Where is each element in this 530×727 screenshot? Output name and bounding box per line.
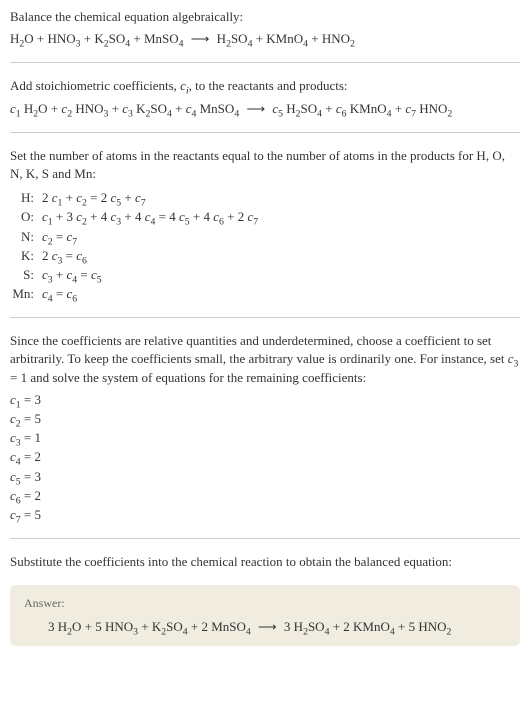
coefficient-row: c7 = 5 [10,506,520,524]
atom-row: H: 2 c1 + c2 = 2 c5 + c7 [12,189,520,207]
atoms-section: Set the number of atoms in the reactants… [10,147,520,304]
atom-row: N: c2 = c7 [12,228,520,246]
divider [10,62,520,63]
solve-text: Since the coefficients are relative quan… [10,332,520,387]
coefficient-row: c5 = 3 [10,468,520,486]
atom-label: Mn: [12,285,42,303]
substitute-text: Substitute the coefficients into the che… [10,553,520,571]
atom-table: H: 2 c1 + c2 = 2 c5 + c7 O: c1 + 3 c2 + … [12,189,520,303]
atom-row: O: c1 + 3 c2 + 4 c3 + 4 c4 = 4 c5 + 4 c6… [12,208,520,226]
answer-equation: 3 H2O + 5 HNO3 + K2SO4 + 2 MnSO4 ⟶ 3 H2S… [24,618,506,636]
atom-row: Mn: c4 = c6 [12,285,520,303]
atoms-text: Set the number of atoms in the reactants… [10,147,520,183]
atom-label: N: [12,228,42,246]
coefficient-row: c2 = 5 [10,410,520,428]
stoich-text: Add stoichiometric coefficients, ci, to … [10,77,520,95]
atom-label: K: [12,247,42,265]
atom-label: O: [12,208,42,226]
atom-row: K: 2 c3 = c6 [12,247,520,265]
atom-row: S: c3 + c4 = c5 [12,266,520,284]
answer-box: Answer: 3 H2O + 5 HNO3 + K2SO4 + 2 MnSO4… [10,585,520,646]
coefficient-row: c3 = 1 [10,429,520,447]
intro-equation: H2O + HNO3 + K2SO4 + MnSO4 ⟶ H2SO4 + KMn… [10,30,520,48]
atom-equation: c1 + 3 c2 + 4 c3 + 4 c4 = 4 c5 + 4 c6 + … [42,208,520,226]
divider [10,132,520,133]
answer-label: Answer: [24,595,506,612]
intro-section: Balance the chemical equation algebraica… [10,8,520,48]
atom-label: H: [12,189,42,207]
divider [10,538,520,539]
coefficient-list: c1 = 3 c2 = 5 c3 = 1 c4 = 2 c5 = 3 c6 = … [10,391,520,524]
solve-section: Since the coefficients are relative quan… [10,332,520,524]
atom-equation: 2 c3 = c6 [42,247,520,265]
atom-equation: c3 + c4 = c5 [42,266,520,284]
atom-label: S: [12,266,42,284]
atom-equation: c4 = c6 [42,285,520,303]
coefficient-row: c4 = 2 [10,448,520,466]
stoich-equation: c1 H2O + c2 HNO3 + c3 K2SO4 + c4 MnSO4 ⟶… [10,100,520,118]
intro-text: Balance the chemical equation algebraica… [10,8,520,26]
divider [10,317,520,318]
atom-equation: 2 c1 + c2 = 2 c5 + c7 [42,189,520,207]
stoich-section: Add stoichiometric coefficients, ci, to … [10,77,520,117]
atom-equation: c2 = c7 [42,228,520,246]
coefficient-row: c6 = 2 [10,487,520,505]
substitute-section: Substitute the coefficients into the che… [10,553,520,571]
coefficient-row: c1 = 3 [10,391,520,409]
